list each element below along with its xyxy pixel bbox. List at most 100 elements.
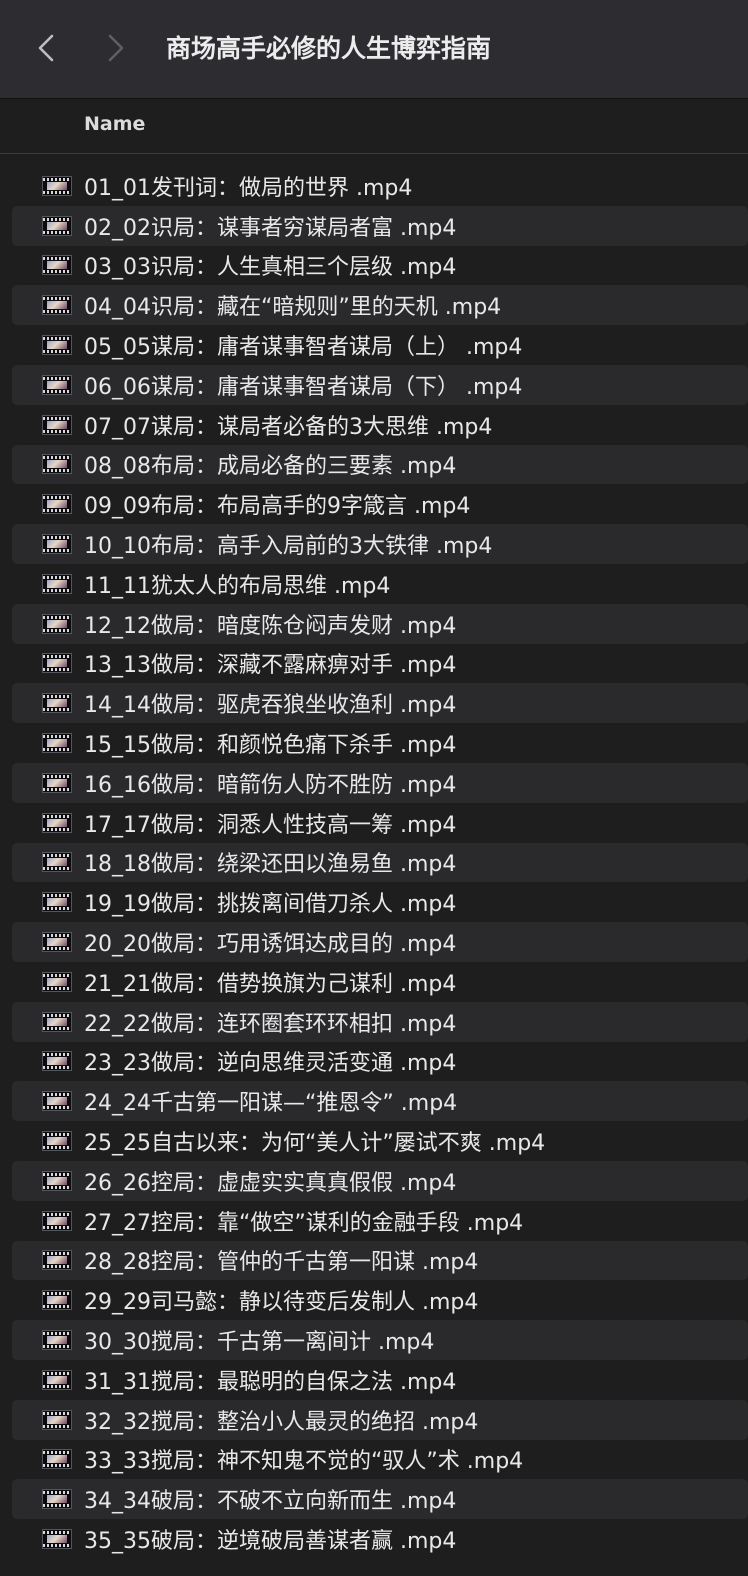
file-name: 08_08布局：成局必备的三要素 .mp4: [84, 454, 457, 480]
file-name: 28_28控局：管仲的千古第一阳谋 .mp4: [84, 1250, 479, 1276]
file-name: 17_17做局：洞悉人性技高一筹 .mp4: [84, 812, 457, 838]
video-file-icon: [42, 812, 72, 833]
forward-button[interactable]: [98, 28, 134, 68]
file-name: 11_11犹太人的布局思维 .mp4: [84, 573, 391, 599]
file-row[interactable]: 26_26控局：虚虚实实真真假假 .mp4: [12, 1160, 748, 1201]
video-file-icon: [42, 932, 72, 953]
video-file-icon: [42, 1051, 72, 1072]
file-name: 05_05谋局：庸者谋事智者谋局（上） .mp4: [84, 335, 523, 361]
file-name: 09_09布局：布局高手的9字箴言 .mp4: [84, 494, 471, 520]
file-row[interactable]: 14_14做局：驱虎吞狼坐收渔利 .mp4: [12, 683, 748, 724]
video-file-icon: [42, 335, 72, 356]
video-file-icon: [42, 374, 72, 395]
video-file-icon: [42, 1489, 72, 1510]
video-file-icon: [42, 1330, 72, 1350]
file-name: 23_23做局：逆向思维灵活变通 .mp4: [84, 1051, 457, 1077]
video-file-icon: [42, 971, 72, 992]
file-row[interactable]: 21_21做局：借势换旗为己谋利 .mp4: [12, 962, 748, 1002]
file-row[interactable]: 31_31搅局：最聪明的自保之法 .mp4: [12, 1360, 748, 1400]
video-file-icon: [42, 534, 72, 555]
file-name: 26_26控局：虚虚实实真真假假 .mp4: [84, 1170, 457, 1196]
file-name: 32_32搅局：整治小人最灵的绝招 .mp4: [84, 1409, 479, 1435]
video-file-icon: [42, 1409, 72, 1430]
file-row[interactable]: 07_07谋局：谋局者必备的3大思维 .mp4: [12, 405, 748, 445]
file-row[interactable]: 25_25自古以来：为何“美人计”屡试不爽 .mp4: [12, 1121, 748, 1161]
file-name: 07_07谋局：谋局者必备的3大思维 .mp4: [84, 414, 493, 440]
file-row[interactable]: 29_29司马懿：静以待变后发制人 .mp4: [12, 1280, 748, 1320]
file-name: 04_04识局：藏在“暗规则”里的天机 .mp4: [84, 295, 502, 321]
file-name: 21_21做局：借势换旗为己谋利 .mp4: [84, 971, 457, 997]
file-row[interactable]: 11_11犹太人的布局思维 .mp4: [12, 564, 748, 604]
file-row[interactable]: 05_05谋局：庸者谋事智者谋局（上） .mp4: [12, 325, 748, 365]
video-file-icon: [42, 1250, 72, 1271]
file-name: 15_15做局：和颜悦色痛下杀手 .mp4: [84, 733, 457, 759]
file-name: 24_24千古第一阳谋—“推恩令” .mp4: [84, 1091, 458, 1117]
file-row[interactable]: 30_30搅局：千古第一离间计 .mp4: [12, 1320, 748, 1360]
file-row[interactable]: 32_32搅局：整治小人最灵的绝招 .mp4: [12, 1399, 748, 1440]
file-row[interactable]: 34_34破局：不破不立向新而生 .mp4: [12, 1479, 748, 1520]
file-name: 18_18做局：绕梁还田以渔易鱼 .mp4: [84, 852, 457, 878]
file-row[interactable]: 10_10布局：高手入局前的3大铁律 .mp4: [12, 524, 748, 564]
video-file-icon: [42, 613, 72, 634]
video-file-icon: [42, 1091, 72, 1112]
video-file-icon: [42, 772, 72, 793]
file-name: 29_29司马懿：静以待变后发制人 .mp4: [84, 1290, 479, 1316]
file-name: 27_27控局：靠“做空”谋利的金融手段 .mp4: [84, 1210, 524, 1236]
file-name: 22_22做局：连环圈套环环相扣 .mp4: [84, 1011, 457, 1037]
chevron-right-icon: [108, 34, 124, 62]
video-file-icon: [42, 215, 72, 236]
video-file-icon: [42, 295, 72, 316]
file-row[interactable]: 08_08布局：成局必备的三要素 .mp4: [12, 444, 748, 485]
file-row[interactable]: 01_01发刊词：做局的世界 .mp4: [12, 166, 748, 206]
video-file-icon: [42, 494, 72, 515]
file-row[interactable]: 09_09布局：布局高手的9字箴言 .mp4: [12, 484, 748, 524]
file-name: 01_01发刊词：做局的世界 .mp4: [84, 175, 413, 201]
file-row[interactable]: 03_03识局：人生真相三个层级 .mp4: [12, 246, 748, 286]
file-row[interactable]: 17_17做局：洞悉人性技高一筹 .mp4: [12, 803, 748, 843]
file-row[interactable]: 24_24千古第一阳谋—“推恩令” .mp4: [12, 1081, 748, 1122]
title-bar: 商场高手必修的人生博弈指南: [0, 0, 748, 99]
file-name: 02_02识局：谋事者穷谋局者富 .mp4: [84, 215, 457, 241]
back-button[interactable]: [28, 28, 64, 68]
video-file-icon: [42, 653, 72, 674]
file-row[interactable]: 06_06谋局：庸者谋事智者谋局（下） .mp4: [12, 364, 748, 405]
file-row[interactable]: 20_20做局：巧用诱饵达成目的 .mp4: [12, 922, 748, 962]
video-file-icon: [42, 1131, 72, 1152]
file-row[interactable]: 18_18做局：绕梁还田以渔易鱼 .mp4: [12, 842, 748, 883]
file-row[interactable]: 35_35破局：逆境破局善谋者赢 .mp4: [12, 1519, 748, 1559]
file-row[interactable]: 19_19做局：挑拨离间借刀杀人 .mp4: [12, 882, 748, 922]
file-row[interactable]: 12_12做局：暗度陈仓闷声发财 .mp4: [12, 603, 748, 644]
file-name: 13_13做局：深藏不露麻痹对手 .mp4: [84, 653, 457, 679]
file-row[interactable]: 04_04识局：藏在“暗规则”里的天机 .mp4: [12, 285, 748, 326]
video-file-icon: [42, 852, 72, 873]
file-row[interactable]: 16_16做局：暗箭伤人防不胜防 .mp4: [12, 762, 748, 803]
file-name: 06_06谋局：庸者谋事智者谋局（下） .mp4: [84, 374, 523, 400]
video-file-icon: [42, 573, 72, 594]
video-file-icon: [42, 1369, 72, 1390]
window-title: 商场高手必修的人生博弈指南: [166, 34, 492, 63]
video-file-icon: [42, 733, 72, 754]
file-name: 12_12做局：暗度陈仓闷声发财 .mp4: [84, 613, 457, 639]
file-row[interactable]: 22_22做局：连环圈套环环相扣 .mp4: [12, 1001, 748, 1042]
file-row[interactable]: 15_15做局：和颜悦色痛下杀手 .mp4: [12, 723, 748, 763]
file-row[interactable]: 23_23做局：逆向思维灵活变通 .mp4: [12, 1042, 748, 1082]
file-row[interactable]: 02_02识局：谋事者穷谋局者富 .mp4: [12, 205, 748, 246]
chevron-left-icon: [38, 34, 54, 62]
file-row[interactable]: 13_13做局：深藏不露麻痹对手 .mp4: [12, 644, 748, 684]
video-file-icon: [42, 1210, 72, 1231]
file-name: 10_10布局：高手入局前的3大铁律 .mp4: [84, 534, 493, 560]
file-name: 16_16做局：暗箭伤人防不胜防 .mp4: [84, 772, 457, 798]
video-file-icon: [42, 414, 72, 435]
file-name: 34_34破局：不破不立向新而生 .mp4: [84, 1489, 457, 1515]
video-file-icon: [42, 454, 72, 475]
name-column-header[interactable]: Name: [84, 113, 145, 135]
file-name: 14_14做局：驱虎吞狼坐收渔利 .mp4: [84, 693, 457, 719]
file-name: 20_20做局：巧用诱饵达成目的 .mp4: [84, 932, 457, 958]
file-row[interactable]: 28_28控局：管仲的千古第一阳谋 .mp4: [12, 1240, 748, 1281]
file-name: 19_19做局：挑拨离间借刀杀人 .mp4: [84, 892, 457, 918]
file-row[interactable]: 33_33搅局：神不知鬼不觉的“驭人”术 .mp4: [12, 1440, 748, 1480]
video-file-icon: [42, 1449, 72, 1470]
file-row[interactable]: 27_27控局：靠“做空”谋利的金融手段 .mp4: [12, 1201, 748, 1241]
video-file-icon: [42, 693, 72, 714]
file-name: 30_30搅局：千古第一离间计 .mp4: [84, 1330, 435, 1355]
